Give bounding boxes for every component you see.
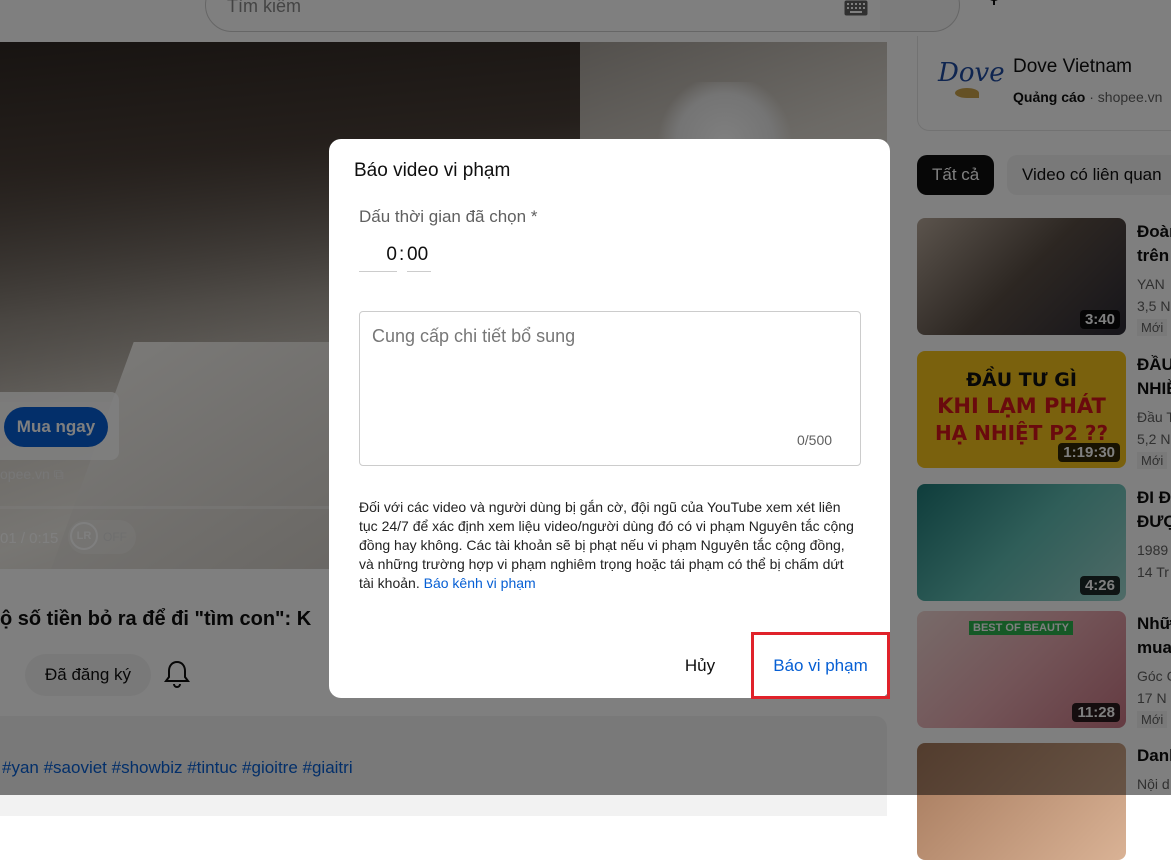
timestamp-minutes-input[interactable]: 0 [359,244,397,272]
timestamp-separator: : [399,244,405,265]
report-button[interactable]: Báo vi phạm [751,632,890,699]
dialog-title: Báo video vi phạm [354,160,511,181]
report-channel-link[interactable]: Báo kênh vi phạm [424,575,536,591]
cancel-button[interactable]: Hủy [672,648,728,684]
char-counter: 0/500 [797,432,833,448]
timestamp-label: Dấu thời gian đã chọn * [359,207,538,226]
policy-text: Đối với các video và người dùng bị gắn c… [359,499,854,591]
details-textarea[interactable] [359,311,861,466]
timestamp-seconds-input[interactable]: 00 [407,244,431,272]
